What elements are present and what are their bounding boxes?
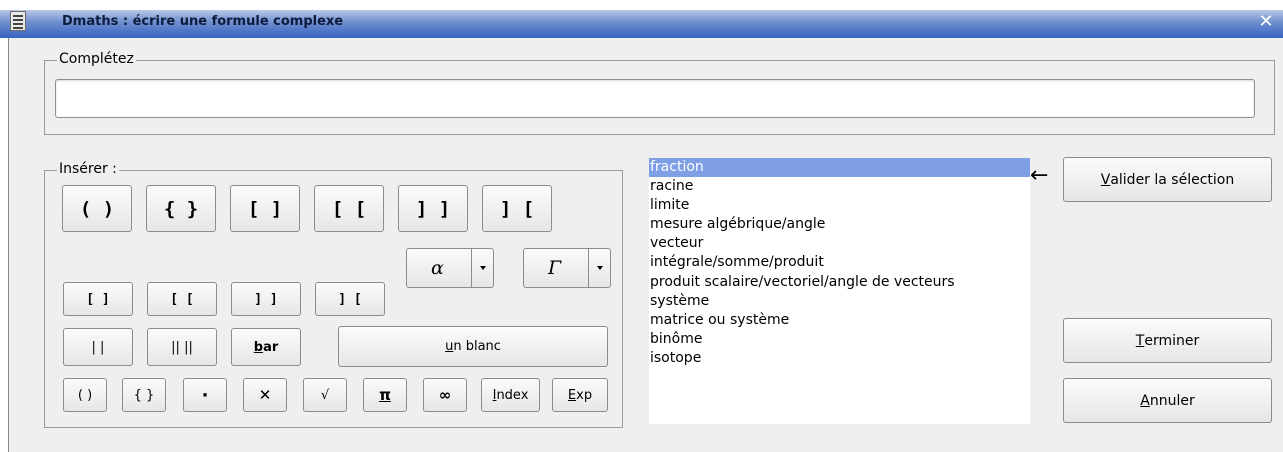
insert-times-button[interactable]: ✕ xyxy=(243,378,287,412)
formula-type-list[interactable]: fraction racine limite mesure algébrique… xyxy=(649,158,1030,424)
list-item[interactable]: limite xyxy=(649,196,1030,215)
insert-left-interval-button[interactable]: [ [ xyxy=(314,185,384,232)
left-arrow-icon: ← xyxy=(1030,163,1049,188)
formula-input[interactable] xyxy=(55,79,1255,118)
list-item[interactable]: produit scalaire/vectoriel/angle de vect… xyxy=(649,273,1030,292)
list-item[interactable]: système xyxy=(649,292,1030,311)
insert-open-interval-button[interactable]: ] [ xyxy=(482,185,552,232)
window-title: Dmaths : écrire une formule complexe xyxy=(62,14,344,29)
insert-small-parentheses-button[interactable]: ( ) xyxy=(63,378,107,412)
insert-blank-button[interactable]: un blanc xyxy=(338,326,608,367)
insert-braces-button[interactable]: { } xyxy=(146,185,216,232)
app-icon xyxy=(10,11,26,31)
insert-exp-button[interactable]: Exp xyxy=(552,378,608,412)
title-bar: Dmaths : écrire une formule complexe ✕ xyxy=(0,0,1283,38)
insert-parentheses-button[interactable]: ( ) xyxy=(62,185,132,232)
insert-pi-button[interactable]: π xyxy=(363,378,407,412)
insert-sqrt-button[interactable]: √ xyxy=(303,378,347,412)
greek-uppercase-value: Γ xyxy=(548,257,562,279)
greek-lowercase-value: α xyxy=(431,257,444,279)
insert-legend: Insérer : xyxy=(57,161,119,177)
insert-small-open-interval-button[interactable]: ] [ xyxy=(315,282,385,316)
chevron-down-icon[interactable] xyxy=(471,249,493,287)
insert-small-brackets-button[interactable]: [ ] xyxy=(63,282,133,316)
list-item[interactable]: vecteur xyxy=(649,234,1030,253)
greek-lowercase-dropdown[interactable]: α xyxy=(406,248,494,288)
list-item[interactable]: mesure algébrique/angle xyxy=(649,215,1030,234)
insert-bar-button[interactable]: b ar xyxy=(231,328,301,366)
insert-infinity-button[interactable]: ∞ xyxy=(423,378,467,412)
insert-dot-button[interactable]: · xyxy=(183,378,227,412)
list-item[interactable]: racine xyxy=(649,177,1030,196)
validate-selection-button[interactable]: Valider la sélection xyxy=(1063,157,1272,202)
insert-small-left-interval-button[interactable]: [ [ xyxy=(147,282,217,316)
greek-uppercase-dropdown[interactable]: Γ xyxy=(523,248,611,288)
list-item[interactable]: intégrale/somme/produit xyxy=(649,253,1030,272)
insert-absolute-value-button[interactable]: | | xyxy=(63,328,133,366)
cancel-button[interactable]: Annuler xyxy=(1063,378,1272,423)
insert-right-interval-button[interactable]: ] ] xyxy=(398,185,468,232)
complete-legend: Complétez xyxy=(57,51,136,67)
list-item[interactable]: binôme xyxy=(649,330,1030,349)
insert-norm-button[interactable]: || || xyxy=(147,328,217,366)
list-item[interactable]: fraction xyxy=(649,158,1030,178)
insert-small-right-interval-button[interactable]: ] ] xyxy=(231,282,301,316)
list-item[interactable]: isotope xyxy=(649,349,1030,368)
insert-brackets-button[interactable]: [ ] xyxy=(230,185,300,232)
finish-button[interactable]: Terminer xyxy=(1063,318,1272,363)
insert-index-button[interactable]: Index xyxy=(481,378,540,412)
chevron-down-icon[interactable] xyxy=(588,249,610,287)
list-item[interactable]: matrice ou système xyxy=(649,311,1030,330)
insert-small-braces-button[interactable]: { } xyxy=(122,378,166,412)
close-icon[interactable]: ✕ xyxy=(1257,13,1275,31)
